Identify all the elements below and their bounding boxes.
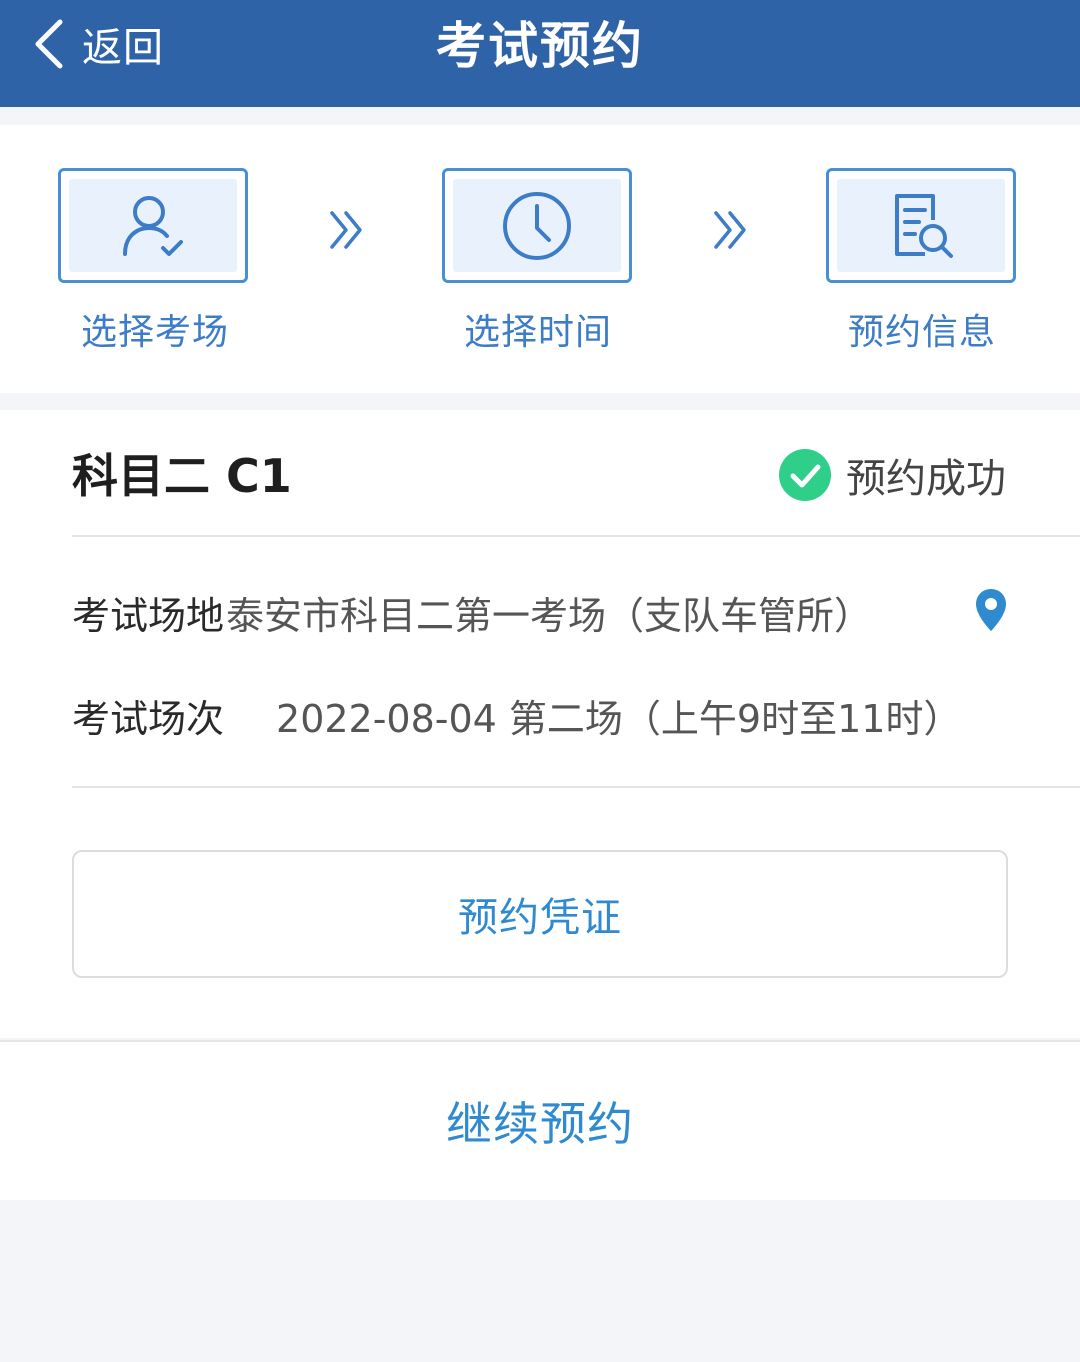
booking-voucher-button[interactable]: 预约凭证 [72,850,1008,978]
steps-panel: 选择考场 选择时间 预约信息 [0,125,1080,393]
double-chevron-right-icon [322,205,372,255]
location-pin-icon[interactable] [972,586,1010,634]
status-badge: 预约成功 [778,446,1006,504]
exam-session-value: 2022-08-04 第二场（上午9时至11时） [276,696,962,741]
success-check-icon [779,449,831,501]
step-booking-info [826,168,1016,283]
divider [72,535,1080,537]
step-label-booking-info: 预约信息 [847,312,996,353]
page-title: 考试预约 [436,17,644,75]
divider [72,786,1080,788]
exam-venue-value: 泰安市科目二第一考场（支队车管所） [226,593,873,638]
continue-booking-button[interactable]: 继续预约 [0,1042,1080,1200]
step-select-venue [58,168,248,283]
exam-subject-title: 科目二 C1 [72,449,292,503]
step-label-select-venue: 选择考场 [80,312,229,353]
user-check-icon [123,195,183,256]
exam-venue-label: 考试场地 [72,593,225,638]
step-label-select-time: 选择时间 [463,312,612,353]
exam-session-row: 考试场次 2022-08-04 第二场（上午9时至11时） [72,685,961,745]
navigation-bar: 返回 考试预约 [0,0,1080,107]
exam-session-label: 考试场次 [72,696,225,741]
step-select-time [442,168,632,283]
clock-icon [503,191,571,260]
document-search-icon [895,193,953,258]
exam-venue-row: 考试场地 泰安市科目二第一考场（支队车管所） [72,582,872,642]
status-text: 预约成功 [846,456,1006,502]
continue-panel: 继续预约 [0,1040,1080,1200]
booking-result-panel: 科目二 C1 预约成功 考试场地 泰安市科目二第一考场（支队车管所） 考试场次 … [0,410,1080,1038]
double-chevron-right-icon [706,205,756,255]
